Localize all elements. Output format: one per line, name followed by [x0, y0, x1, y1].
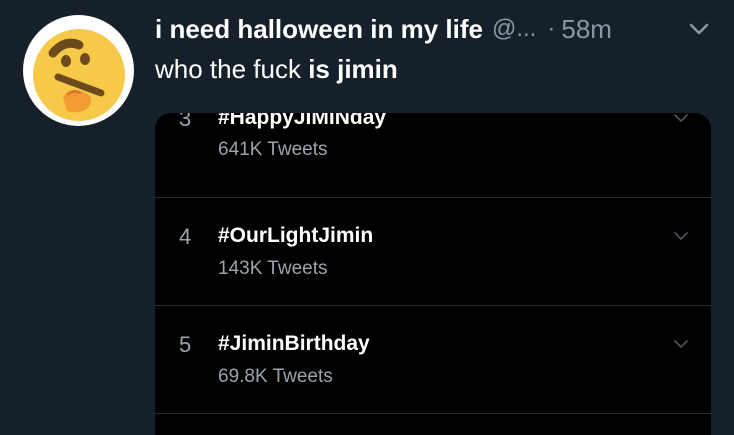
separator-dot: · [547, 15, 556, 42]
trend-hashtag: #OurLightJimin [218, 224, 374, 247]
divider [155, 413, 711, 414]
user-handle[interactable]: @... [492, 15, 536, 43]
chevron-down-icon[interactable] [673, 231, 689, 241]
avatar[interactable] [23, 15, 134, 126]
trend-item[interactable]: 4 #OurLightJimin 143K Tweets [155, 198, 711, 306]
trend-rank: 4 [179, 224, 192, 249]
trend-hashtag: #HappyJIMINday [218, 113, 387, 129]
trend-tweet-count: 69.8K Tweets [218, 366, 333, 387]
display-name[interactable]: i need halloween in my life [155, 14, 483, 45]
thinking-emoji-icon [33, 29, 125, 121]
tweet-header: i need halloween in my life @... · 58m [155, 12, 714, 46]
tweet-timestamp[interactable]: 58m [561, 14, 612, 45]
trend-rank: 3 [179, 113, 192, 131]
chevron-down-icon[interactable] [673, 339, 689, 349]
chevron-down-icon[interactable] [688, 20, 710, 38]
trend-item[interactable]: 3 #HappyJIMINday 641K Tweets [155, 113, 711, 209]
tweet-text: who the fuck is jimin [155, 54, 398, 85]
chevron-down-icon[interactable] [673, 113, 689, 123]
trend-tweet-count: 143K Tweets [218, 258, 328, 279]
trend-item[interactable]: 5 #JiminBirthday 69.8K Tweets [155, 306, 711, 414]
tweet-text-plain: who the fuck [155, 54, 309, 84]
trend-hashtag: #JiminBirthday [218, 332, 370, 355]
tweet-text-bold: is jimin [308, 54, 398, 84]
trend-rank: 5 [179, 332, 192, 357]
trends-screenshot: 3 #HappyJIMINday 641K Tweets 4 #OurLight… [155, 113, 711, 435]
trend-tweet-count: 641K Tweets [218, 139, 328, 160]
